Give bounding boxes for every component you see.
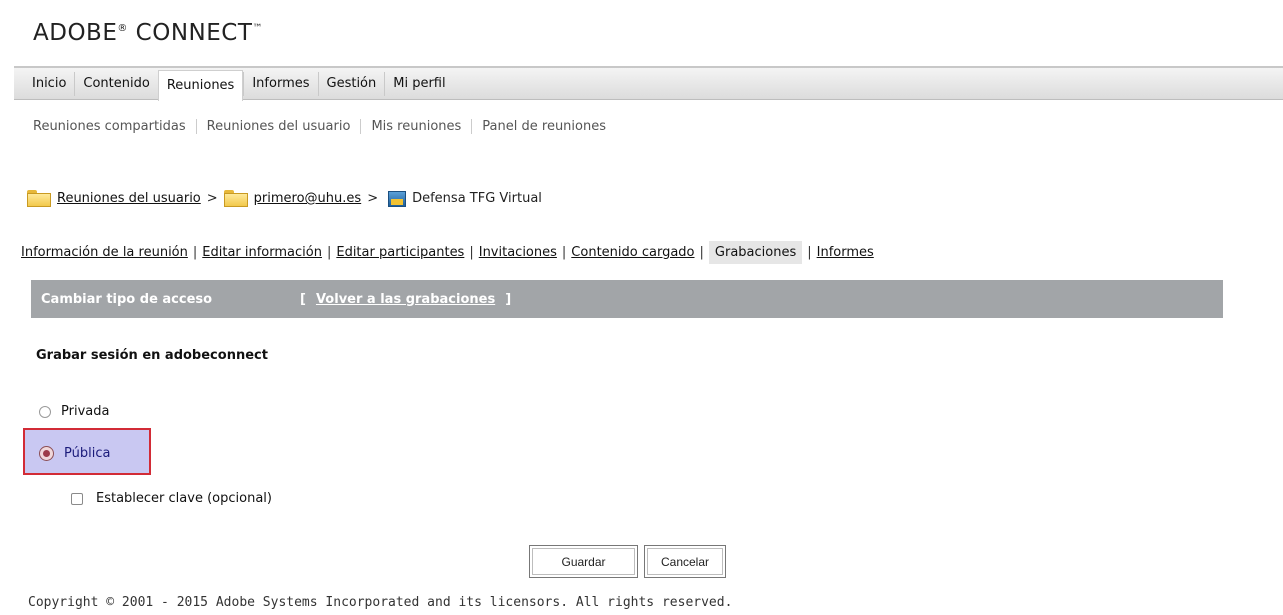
cancel-button[interactable]: Cancelar [644, 545, 726, 578]
panel-close-bracket: ] [505, 291, 512, 307]
private-label: Privada [61, 404, 110, 419]
tab-contenido[interactable]: Contenido [74, 71, 157, 96]
private-radio[interactable] [39, 405, 51, 418]
copyright-text: Copyright © 2001 - 2015 Adobe Systems In… [28, 595, 733, 610]
tab-contenido-cargado[interactable]: Contenido cargado [571, 245, 694, 260]
panel-header-bar: Cambiar tipo de acceso [ Volver a las gr… [31, 280, 1223, 318]
tab-informes-reunion[interactable]: Informes [817, 245, 874, 260]
password-checkbox[interactable] [71, 492, 83, 505]
public-label: Pública [64, 446, 111, 461]
subnav-panel-de-reuniones[interactable]: Panel de reuniones [471, 119, 616, 134]
password-label: Establecer clave (opcional) [96, 491, 272, 506]
tab-informes[interactable]: Informes [243, 71, 317, 96]
breadcrumb-meeting-name: Defensa TFG Virtual [412, 191, 542, 206]
breadcrumb-separator: > [206, 191, 218, 206]
tab-gestion[interactable]: Gestión [317, 71, 385, 96]
public-radio[interactable] [39, 446, 54, 461]
tab-reuniones[interactable]: Reuniones [157, 70, 244, 101]
top-navigation: Inicio Contenido Reuniones Informes Gest… [14, 66, 1283, 101]
logo-tm: ™ [252, 23, 263, 34]
subnav-mis-reuniones[interactable]: Mis reuniones [360, 119, 471, 134]
tab-separator: | [561, 245, 567, 260]
tab-separator: | [469, 245, 474, 260]
tab-mi-perfil[interactable]: Mi perfil [384, 71, 453, 96]
logo-text-1: ADOBE [33, 20, 118, 46]
panel-title: Cambiar tipo de acceso [41, 291, 213, 307]
adobe-connect-logo: ADOBE® CONNECT™ [33, 20, 263, 46]
breadcrumb-root-link[interactable]: Reuniones del usuario [57, 191, 201, 206]
tab-separator: | [326, 245, 332, 260]
tab-separator: | [192, 245, 198, 260]
subnav-reuniones-del-usuario[interactable]: Reuniones del usuario [195, 119, 361, 134]
folder-icon [223, 190, 248, 207]
option-private-row[interactable]: Privada [39, 404, 109, 419]
section-title: Grabar sesión en adobeconnect [36, 348, 268, 363]
tab-separator: | [807, 245, 812, 260]
tab-inicio[interactable]: Inicio [24, 72, 74, 96]
option-public-row[interactable]: Pública [39, 446, 110, 461]
subnav-reuniones-compartidas[interactable]: Reuniones compartidas [33, 119, 196, 134]
tab-informacion-reunion[interactable]: Información de la reunión [21, 245, 188, 260]
panel-open-bracket: [ [300, 291, 306, 307]
tab-editar-informacion[interactable]: Editar información [202, 245, 322, 260]
save-button[interactable]: Guardar [529, 545, 638, 578]
back-to-recordings-link[interactable]: Volver a las grabaciones [316, 292, 495, 307]
tab-editar-participantes[interactable]: Editar participantes [336, 245, 464, 260]
breadcrumb-folder-link[interactable]: primero@uhu.es [254, 191, 362, 206]
sub-navigation: Reuniones compartidas Reuniones del usua… [33, 119, 616, 134]
meeting-tabs: Información de la reunión | Editar infor… [21, 241, 874, 264]
tab-grabaciones[interactable]: Grabaciones [708, 241, 803, 264]
password-option-row[interactable]: Establecer clave (opcional) [71, 491, 272, 506]
breadcrumb-separator: > [367, 191, 379, 206]
meeting-icon [388, 190, 407, 207]
folder-icon [27, 190, 51, 207]
tab-invitaciones[interactable]: Invitaciones [479, 245, 557, 260]
logo-reg: ® [117, 23, 128, 34]
breadcrumb: Reuniones del usuario > primero@uhu.es >… [27, 190, 542, 207]
tab-separator: | [699, 245, 704, 260]
logo-text-2: CONNECT [127, 20, 253, 46]
